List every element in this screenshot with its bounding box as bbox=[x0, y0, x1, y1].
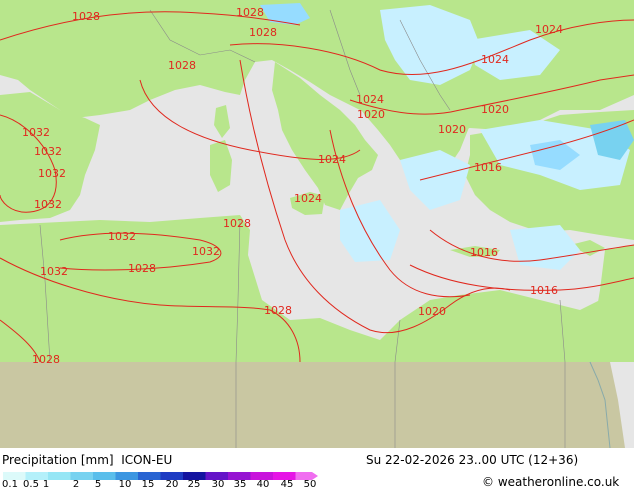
isobar-label: 1020 bbox=[438, 123, 466, 136]
isobar-label: 1032 bbox=[40, 265, 68, 278]
scale-label: 30 bbox=[211, 479, 225, 490]
isobar-label: 1028 bbox=[128, 262, 156, 275]
isobar-label: 1028 bbox=[72, 10, 100, 23]
map-title: Precipitation [mm] ICON-EU bbox=[2, 453, 173, 467]
scale-label: 20 bbox=[165, 479, 179, 490]
isobar-label: 1020 bbox=[357, 108, 385, 121]
forecast-datetime: Su 22-02-2026 23..00 UTC (12+36) bbox=[366, 453, 579, 467]
isobar-label: 1032 bbox=[38, 167, 66, 180]
isobar-label: 1016 bbox=[474, 161, 502, 174]
scale-boxes bbox=[3, 472, 318, 480]
scale-label: 0.5 bbox=[23, 479, 39, 490]
isobar-label: 1028 bbox=[236, 6, 264, 19]
scale-label: 0.1 bbox=[2, 479, 18, 490]
scale-label: 45 bbox=[280, 479, 294, 490]
scale-label: 1 bbox=[42, 479, 50, 490]
scale-label: 40 bbox=[256, 479, 270, 490]
scale-box bbox=[48, 472, 71, 480]
isobar-label: 1024 bbox=[481, 53, 509, 66]
desert-area bbox=[0, 362, 634, 448]
isobar-label: 1032 bbox=[108, 230, 136, 243]
isobar-label: 1020 bbox=[418, 305, 446, 318]
scale-label: 50 bbox=[303, 479, 317, 490]
isobar-label: 1016 bbox=[530, 284, 558, 297]
precipitation-map: 1028 1028 1028 1028 1024 1024 1024 1032 … bbox=[0, 0, 634, 448]
isobar-label: 1024 bbox=[535, 23, 563, 36]
isobar-label: 1028 bbox=[223, 217, 251, 230]
footer-panel: Precipitation [mm] ICON-EU Su 22-02-2026… bbox=[0, 448, 634, 490]
scale-label: 2 bbox=[72, 479, 80, 490]
scale-label: 5 bbox=[94, 479, 102, 490]
scale-label: 15 bbox=[141, 479, 155, 490]
isobar-label: 1028 bbox=[168, 59, 196, 72]
credit-text: © weatheronline.co.uk bbox=[482, 475, 620, 489]
isobar-label: 1032 bbox=[34, 198, 62, 211]
isobar-label: 1024 bbox=[356, 93, 384, 106]
isobar-label: 1016 bbox=[470, 246, 498, 259]
isobar-label: 1024 bbox=[294, 192, 322, 205]
scale-label: 10 bbox=[118, 479, 132, 490]
isobar-label: 1028 bbox=[249, 26, 277, 39]
scale-label: 25 bbox=[187, 479, 201, 490]
isobar-label: 1024 bbox=[318, 153, 346, 166]
isobar-label: 1032 bbox=[22, 126, 50, 139]
isobar-label: 1032 bbox=[192, 245, 220, 258]
isobar-label: 1028 bbox=[32, 353, 60, 366]
isobar-label: 1028 bbox=[264, 304, 292, 317]
isobar-label: 1032 bbox=[34, 145, 62, 158]
isobar-label: 1020 bbox=[481, 103, 509, 116]
scale-label: 35 bbox=[233, 479, 247, 490]
